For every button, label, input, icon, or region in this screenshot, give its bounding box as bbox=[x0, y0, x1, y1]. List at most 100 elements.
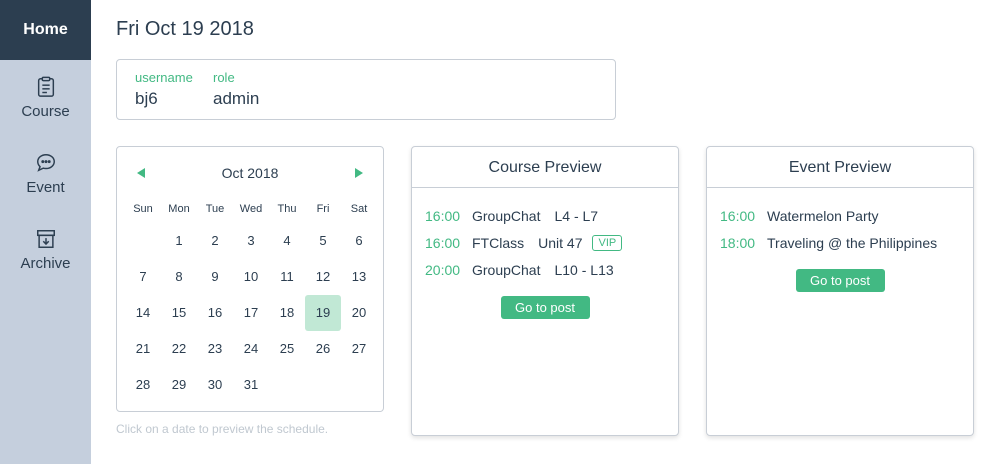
calendar-day[interactable]: 17 bbox=[233, 295, 269, 331]
event-name: Traveling @ the Philippines bbox=[767, 234, 938, 251]
calendar-day[interactable]: 28 bbox=[125, 367, 161, 403]
calendar-day[interactable]: 24 bbox=[233, 331, 269, 367]
username-label: username bbox=[135, 70, 193, 85]
weekday-label: Mon bbox=[168, 203, 190, 215]
calendar-week: 123456 bbox=[125, 223, 377, 259]
role-block: role admin bbox=[213, 70, 259, 109]
weekday-label: Tue bbox=[205, 203, 225, 215]
calendar-grid: Sun Mon Tue Wed Thu Fri Sat 1 2 3 4 5 6 7 8 9 10 1… bbox=[125, 195, 377, 403]
course-name: GroupChat bbox=[472, 207, 541, 224]
next-month-icon[interactable] bbox=[355, 168, 363, 178]
calendar-week: 21 22 23 24 25 26 27 bbox=[125, 331, 377, 367]
course-detail: L4 - L7 bbox=[554, 207, 599, 224]
calendar-day-selected[interactable]: 19 bbox=[305, 295, 341, 331]
calendar-day[interactable]: 26 bbox=[305, 331, 341, 367]
calendar-day[interactable]: 11 bbox=[269, 259, 305, 295]
nav-archive[interactable]: Archive bbox=[0, 212, 91, 288]
calendar-day[interactable]: 23 bbox=[197, 331, 233, 367]
event-time: 18:00 bbox=[720, 234, 756, 251]
calendar-day[interactable]: 9 bbox=[197, 259, 233, 295]
calendar-day[interactable]: 25 bbox=[269, 331, 305, 367]
calendar-day[interactable]: 12 bbox=[305, 259, 341, 295]
calendar-day[interactable]: 14 bbox=[125, 295, 161, 331]
event-list: 16:00 Watermelon Party 18:00 Traveling @… bbox=[707, 188, 973, 256]
calendar: Oct 2018 Sun Mon Tue Wed Thu Fri Sat 123… bbox=[116, 146, 384, 412]
event-preview-panel: Event Preview 16:00 Watermelon Party 18:… bbox=[706, 146, 974, 436]
course-name: FTClass bbox=[472, 234, 525, 251]
nav-course[interactable]: Course bbox=[0, 60, 91, 136]
calendar-day[interactable]: 27 bbox=[341, 331, 377, 367]
username-block: username bj6 bbox=[135, 70, 193, 109]
course-go-to-post-button[interactable]: Go to post bbox=[500, 296, 590, 319]
calendar-day[interactable]: 20 bbox=[341, 295, 377, 331]
course-preview-panel: Course Preview 16:00 GroupChat L4 - L7 1… bbox=[411, 146, 679, 436]
calendar-day[interactable]: 15 bbox=[161, 295, 197, 331]
course-name: GroupChat bbox=[472, 261, 541, 278]
nav-archive-label: Archive bbox=[20, 255, 71, 272]
calendar-day[interactable]: 22 bbox=[161, 331, 197, 367]
calendar-day[interactable]: 3 bbox=[233, 223, 269, 259]
event-go-to-post-button[interactable]: Go to post bbox=[795, 269, 885, 292]
calendar-empty-cell bbox=[341, 367, 377, 403]
calendar-month: Oct 2018 bbox=[221, 165, 279, 181]
user-info-card: username bj6 role admin bbox=[116, 59, 616, 120]
calendar-day[interactable]: 5 bbox=[305, 223, 341, 259]
archive-icon bbox=[36, 230, 55, 248]
calendar-day[interactable]: 2 bbox=[197, 223, 233, 259]
calendar-week: 7 8 9 10 11 12 13 bbox=[125, 259, 377, 295]
event-preview-title: Event Preview bbox=[707, 147, 973, 188]
role-value: admin bbox=[213, 89, 260, 108]
nav-home[interactable]: Home bbox=[0, 0, 91, 60]
course-detail: L10 - L13 bbox=[554, 261, 614, 278]
calendar-day[interactable]: 31 bbox=[233, 367, 269, 403]
role-label: role bbox=[213, 70, 235, 85]
sidebar: Home Course Event Archive bbox=[0, 0, 91, 464]
calendar-empty-cell bbox=[269, 367, 305, 403]
calendar-day[interactable]: 10 bbox=[233, 259, 269, 295]
course-time: 16:00 bbox=[425, 207, 461, 224]
calendar-day[interactable]: 16 bbox=[197, 295, 233, 331]
course-time: 20:00 bbox=[425, 261, 461, 278]
nav-event[interactable]: Event bbox=[0, 136, 91, 212]
calendar-week: 28 29 30 31 bbox=[125, 367, 377, 403]
calendar-day[interactable]: 6 bbox=[341, 223, 377, 259]
vip-badge: VIP bbox=[592, 234, 623, 251]
weekday-row: Sun Mon Tue Wed Thu Fri Sat bbox=[125, 195, 377, 223]
nav-event-label: Event bbox=[26, 179, 65, 196]
weekday-label: Wed bbox=[239, 203, 263, 215]
calendar-day[interactable]: 18 bbox=[269, 295, 305, 331]
calendar-header: Oct 2018 bbox=[117, 165, 383, 185]
course-list: 16:00 GroupChat L4 - L7 16:00 FTClass Un… bbox=[412, 188, 678, 283]
calendar-weeks: 1 2 3 4 5 6 7 8 9 10 11 12 13 14 15 16 17 18 19 20 21 22 23 24 2… bbox=[125, 223, 377, 403]
weekday-label: Sun bbox=[133, 203, 153, 215]
page-title: Fri Oct 19 2018 bbox=[116, 18, 254, 40]
calendar-day[interactable]: 8 bbox=[161, 259, 197, 295]
event-row: 18:00 Traveling @ the Philippines bbox=[720, 229, 973, 256]
event-row: 16:00 Watermelon Party bbox=[720, 202, 973, 229]
calendar-week: 14 15 16 17 18 19 20 bbox=[125, 295, 377, 331]
calendar-day[interactable]: 7 bbox=[125, 259, 161, 295]
event-time: 16:00 bbox=[720, 207, 756, 224]
course-detail: Unit 47 bbox=[538, 234, 583, 251]
course-row: 16:00 FTClass Unit 47 VIP bbox=[425, 229, 678, 256]
course-time: 16:00 bbox=[425, 234, 461, 251]
course-row: 16:00 GroupChat L4 - L7 bbox=[425, 202, 678, 229]
course-row: 20:00 GroupChat L10 - L13 bbox=[425, 256, 678, 283]
calendar-day[interactable]: 21 bbox=[125, 331, 161, 367]
calendar-day[interactable]: 13 bbox=[341, 259, 377, 295]
calendar-empty-cell bbox=[305, 367, 341, 403]
weekday-label: Thu bbox=[277, 203, 297, 215]
calendar-empty-cell bbox=[125, 223, 161, 259]
chat-icon bbox=[36, 154, 55, 172]
nav-course-label: Course bbox=[21, 103, 70, 120]
clipboard-icon bbox=[37, 76, 54, 97]
calendar-day[interactable]: 1 bbox=[161, 223, 197, 259]
calendar-day[interactable]: 29 bbox=[161, 367, 197, 403]
calendar-day[interactable]: 4 bbox=[269, 223, 305, 259]
username-value: bj6 bbox=[135, 89, 158, 108]
calendar-hint: Click on a date to preview the schedule. bbox=[116, 422, 329, 436]
calendar-day[interactable]: 30 bbox=[197, 367, 233, 403]
weekday-label: Sat bbox=[350, 203, 368, 215]
weekday-label: Fri bbox=[316, 203, 330, 215]
event-name: Watermelon Party bbox=[767, 207, 879, 224]
